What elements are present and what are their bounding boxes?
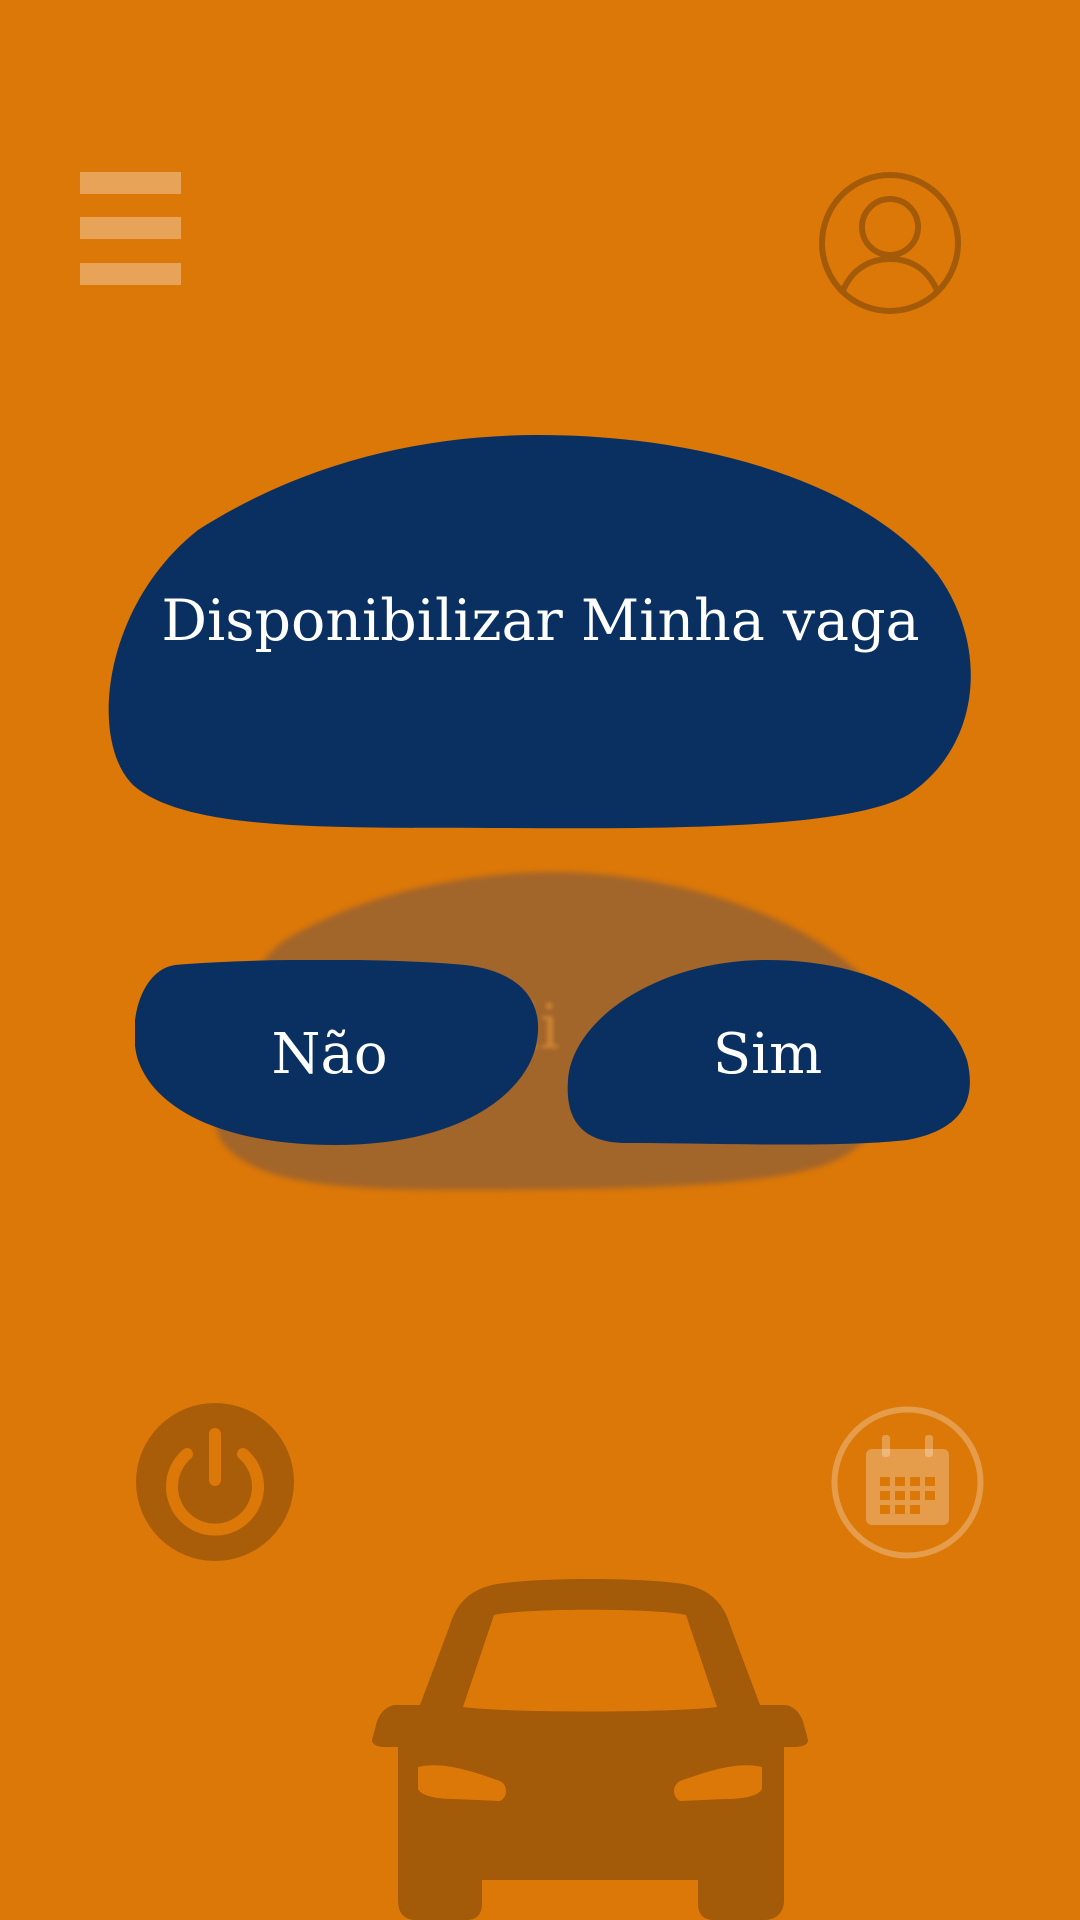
no-button[interactable]: Não	[135, 960, 540, 1145]
menu-bar	[80, 172, 181, 194]
menu-bar	[80, 217, 181, 239]
user-circle-icon[interactable]	[818, 171, 962, 315]
menu-bar	[80, 263, 181, 285]
yes-button[interactable]: Sim	[567, 960, 972, 1145]
power-icon[interactable]	[135, 1402, 295, 1562]
car-icon[interactable]	[372, 1575, 808, 1920]
make-spot-available-panel[interactable]	[108, 435, 973, 829]
app-screen: di Disponibilizar Minha vaga Não Sim	[0, 0, 1080, 1920]
calendar-icon[interactable]	[830, 1405, 985, 1560]
hamburger-menu-icon[interactable]	[80, 172, 181, 285]
